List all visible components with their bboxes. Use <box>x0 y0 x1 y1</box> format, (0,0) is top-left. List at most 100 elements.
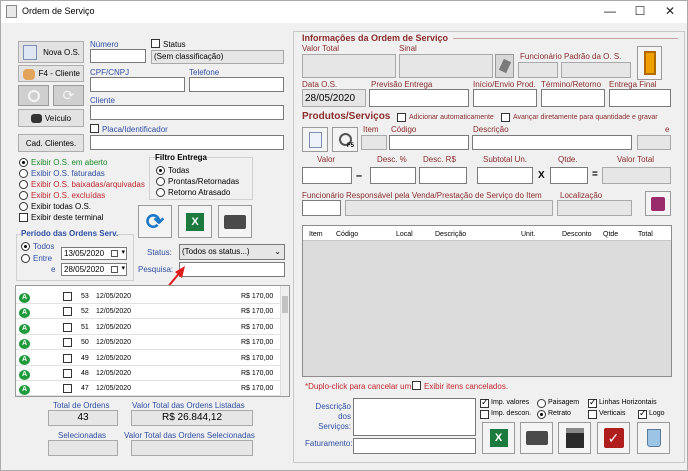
confirm-button[interactable]: ✓ <box>597 422 630 454</box>
refresh-small-button[interactable]: ⟳ <box>53 85 84 106</box>
exibir-cancelados-checkbox[interactable] <box>412 381 421 390</box>
cliente-field[interactable] <box>90 105 284 120</box>
qtde-field[interactable] <box>550 167 588 184</box>
table-row[interactable]: A 51 12/05/2020 R$ 170,00 <box>16 321 282 335</box>
row-checkbox[interactable] <box>63 353 72 363</box>
avancar-checkbox[interactable] <box>501 113 510 122</box>
sinal-edit-button[interactable] <box>495 54 514 78</box>
print-option-check[interactable] <box>480 410 489 419</box>
descricao-field[interactable] <box>472 135 632 150</box>
faturamento-field[interactable] <box>353 438 476 454</box>
cancel-icon-button[interactable] <box>18 85 49 106</box>
row-checkbox[interactable] <box>63 322 72 332</box>
row-checkbox[interactable] <box>63 307 72 317</box>
entrega-prontas-radio[interactable] <box>156 177 165 186</box>
adicionar-auto-checkbox[interactable] <box>397 113 406 122</box>
descricao-servicos-field[interactable] <box>353 398 476 436</box>
print-option-check[interactable] <box>588 410 597 419</box>
row-checkbox[interactable] <box>63 369 72 378</box>
filter-radio[interactable] <box>19 180 28 189</box>
numero-field[interactable] <box>90 49 146 63</box>
table-row[interactable]: A 52 12/05/2020 R$ 170,00 <box>16 305 282 320</box>
placa-field[interactable] <box>90 135 284 150</box>
print-os-button[interactable] <box>520 422 553 454</box>
cash-register-button[interactable] <box>558 422 591 454</box>
row-checkbox[interactable] <box>63 384 72 394</box>
print-option-check[interactable] <box>638 408 647 419</box>
print-option-label: Retrato <box>548 410 571 417</box>
status-checkbox[interactable] <box>151 39 160 48</box>
valor-total-label: Valor Total das Ordens Listadas <box>132 401 245 410</box>
f4-cliente-button[interactable]: F4 - Cliente <box>18 65 84 82</box>
refresh-button[interactable]: ⟳ <box>138 205 172 238</box>
entrega-todas-radio[interactable] <box>156 166 165 175</box>
row-checkbox[interactable] <box>63 338 72 348</box>
excel-button[interactable]: X <box>178 205 212 238</box>
valor-sel-label: Valor Total das Ordens Selecionadas <box>124 431 255 440</box>
termino-field[interactable] <box>541 89 605 107</box>
inicio-field[interactable] <box>473 89 537 107</box>
scroll-thumb[interactable] <box>282 296 288 313</box>
valor-field[interactable] <box>302 167 352 184</box>
date-from-field[interactable]: 13/05/2020 ▾ <box>61 247 127 260</box>
new-item-button[interactable] <box>302 127 328 152</box>
date-to-field[interactable]: 28/05/2020 ▾ <box>61 263 127 276</box>
numero-label: Número <box>90 40 119 49</box>
cad-clientes-button[interactable]: Cad. Clientes. <box>18 134 84 152</box>
selecionadas-value <box>48 440 118 456</box>
print-option-radio[interactable] <box>537 399 546 408</box>
filter-radio[interactable] <box>19 158 28 167</box>
entrega-atrasado-radio[interactable] <box>156 188 165 197</box>
periodo-todos-radio[interactable] <box>21 242 30 251</box>
export-excel-button[interactable]: X <box>482 422 515 454</box>
filter-radio[interactable] <box>19 169 28 178</box>
status-filter-select[interactable]: (Todos os status...) ⌄ <box>179 244 285 260</box>
descricao-servicos-label: Descrição dos Serviços: <box>315 402 351 431</box>
table-row[interactable]: A 49 12/05/2020 R$ 170,00 <box>16 352 282 366</box>
search-product-button[interactable]: F5 <box>332 127 358 152</box>
func-resp-codigo-field[interactable] <box>302 200 341 216</box>
print-option-label: Imp. descon. <box>491 410 532 417</box>
func-resp-nome-field <box>345 200 553 216</box>
exibir-terminal-checkbox[interactable] <box>19 213 28 222</box>
desc-pct-field[interactable] <box>370 167 416 184</box>
codigo-field[interactable] <box>389 135 469 150</box>
cpf-field[interactable] <box>90 77 185 92</box>
previsao-field[interactable] <box>369 89 469 107</box>
print-option-label: Imp. valores <box>491 399 530 406</box>
table-row[interactable]: A 53 12/05/2020 R$ 170,00 <box>16 290 282 304</box>
list-scrollbar[interactable] <box>280 286 289 396</box>
filter-radio[interactable] <box>19 202 28 211</box>
entrega-final-field[interactable] <box>609 89 671 107</box>
nova-os-label: Nova O.S. <box>43 47 80 57</box>
print-option-check[interactable] <box>480 397 489 408</box>
row-date: 12/05/2020 <box>96 339 132 347</box>
desc-rs-field[interactable] <box>419 167 467 184</box>
table-row[interactable]: A 50 12/05/2020 R$ 170,00 <box>16 336 282 351</box>
placa-checkbox[interactable] <box>90 124 99 133</box>
veiculo-button[interactable]: Veículo <box>18 109 84 127</box>
close-button[interactable]: ✕ <box>657 4 683 19</box>
pesquisa-input[interactable] <box>179 262 285 277</box>
subtotal-field[interactable] <box>477 167 533 184</box>
trash-icon <box>646 429 661 447</box>
table-row[interactable]: A 48 12/05/2020 R$ 170,00 <box>16 367 282 381</box>
print-button[interactable] <box>218 205 252 238</box>
periodo-e-label: e <box>51 265 56 274</box>
filter-radio[interactable] <box>19 191 28 200</box>
periodo-entre-radio[interactable] <box>21 254 30 263</box>
sinal-field <box>399 54 493 78</box>
minimize-button[interactable]: — <box>597 4 623 19</box>
print-option-check[interactable] <box>588 397 597 408</box>
save-button[interactable] <box>645 191 671 216</box>
print-option-radio[interactable] <box>537 410 546 419</box>
maximize-button[interactable]: ☐ <box>627 4 653 19</box>
row-checkbox[interactable] <box>63 292 72 301</box>
exit-button[interactable] <box>637 46 662 80</box>
nova-os-button[interactable]: Nova O.S. <box>18 41 84 63</box>
row-value: R$ 170,00 <box>241 323 274 331</box>
telefone-field[interactable] <box>189 77 284 92</box>
table-row[interactable]: A 47 12/05/2020 R$ 170,00 <box>16 382 282 396</box>
delete-button[interactable] <box>637 422 670 454</box>
valor-total-field <box>302 54 396 78</box>
